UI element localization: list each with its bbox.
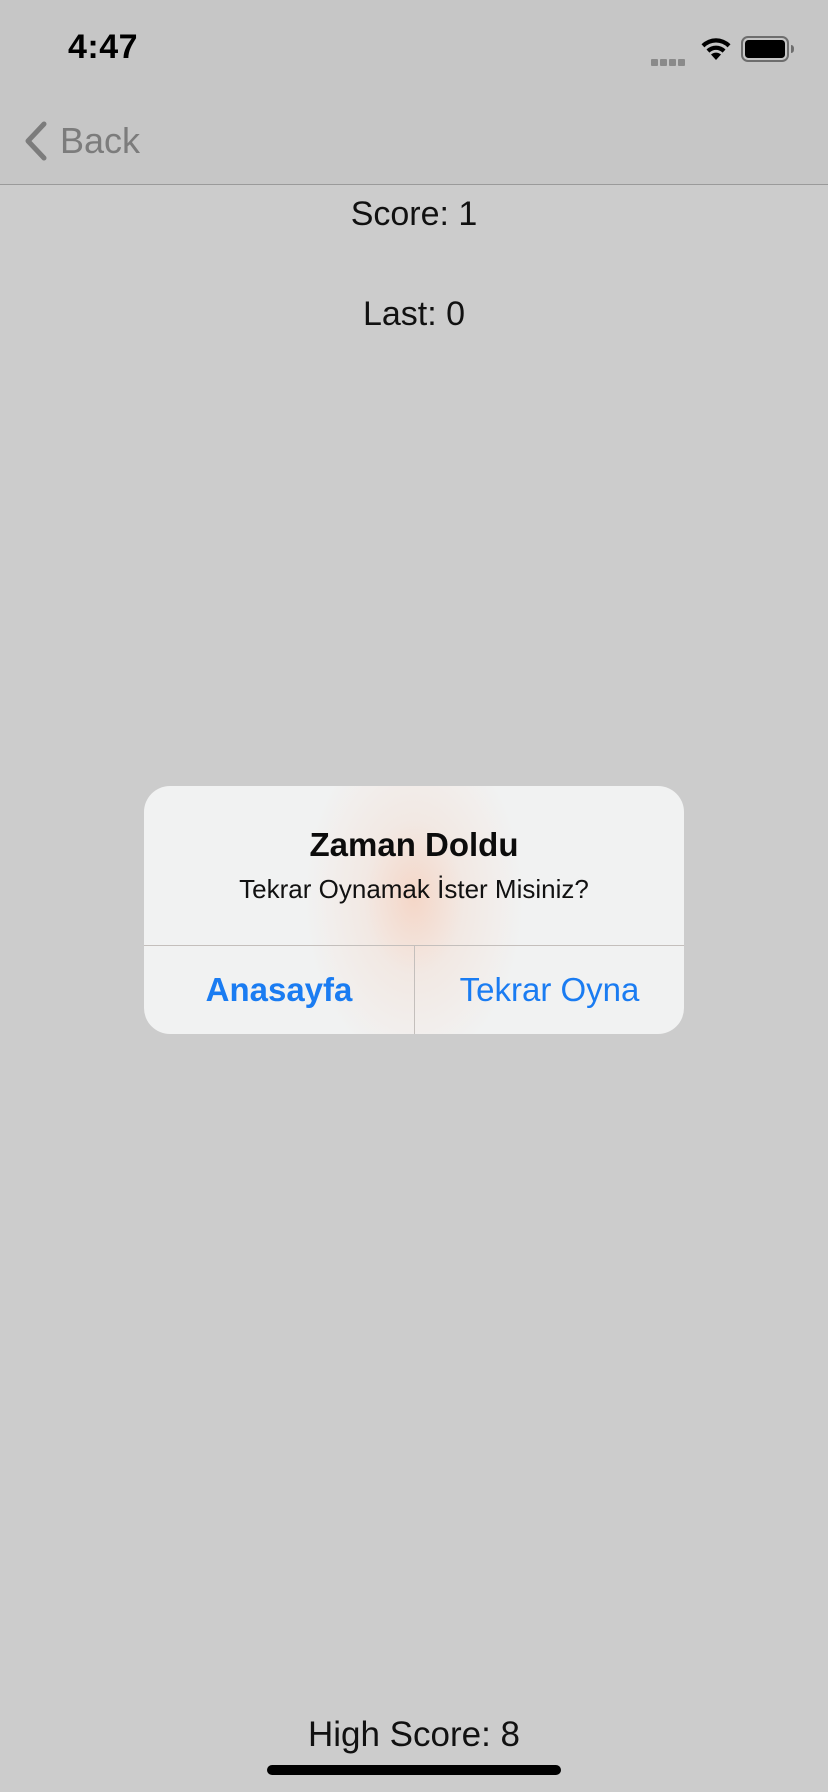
status-time: 4:47 [68, 28, 139, 66]
alert-message: Tekrar Oynamak İster Misiniz? [239, 874, 589, 904]
back-label: Back [60, 120, 141, 161]
alert-dialog: Zaman Doldu Tekrar Oynamak İster Misiniz… [144, 786, 684, 1034]
status-bar: 4:47 [0, 0, 828, 96]
last-score-label: Last: 0 [362, 295, 466, 333]
high-score-label: High Score: 8 [307, 1715, 521, 1754]
play-again-button[interactable]: Tekrar Oyna [415, 946, 684, 1034]
alert-title: Zaman Doldu [309, 826, 519, 863]
home-button[interactable]: Anasayfa [144, 946, 414, 1034]
score-label: Score: 1 [350, 195, 478, 233]
signal-icon [651, 53, 691, 66]
navigation-bar: Back [0, 96, 828, 185]
chevron-left-icon [25, 121, 47, 161]
battery-icon [741, 36, 794, 62]
back-button[interactable]: Back [22, 116, 140, 166]
home-indicator[interactable] [267, 1765, 561, 1775]
wifi-icon [701, 38, 731, 60]
